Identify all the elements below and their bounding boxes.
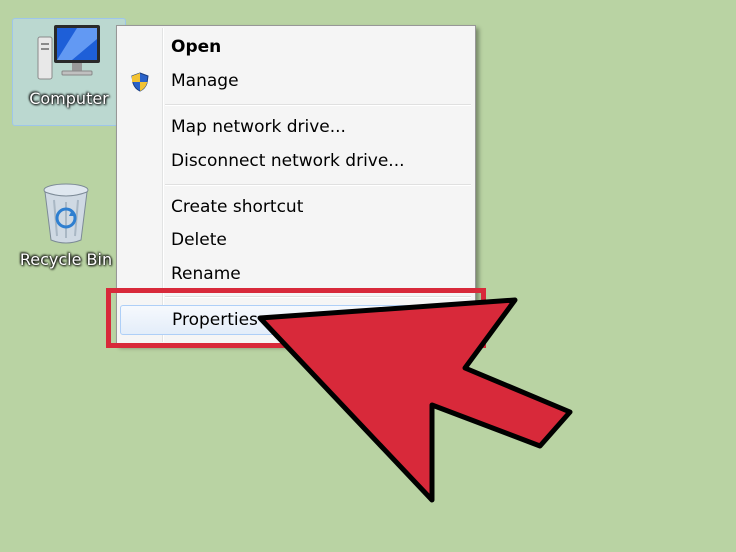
pointer-arrow-icon xyxy=(257,297,573,503)
desktop: Computer Recycle Bin Open Manage Map net… xyxy=(0,0,736,552)
